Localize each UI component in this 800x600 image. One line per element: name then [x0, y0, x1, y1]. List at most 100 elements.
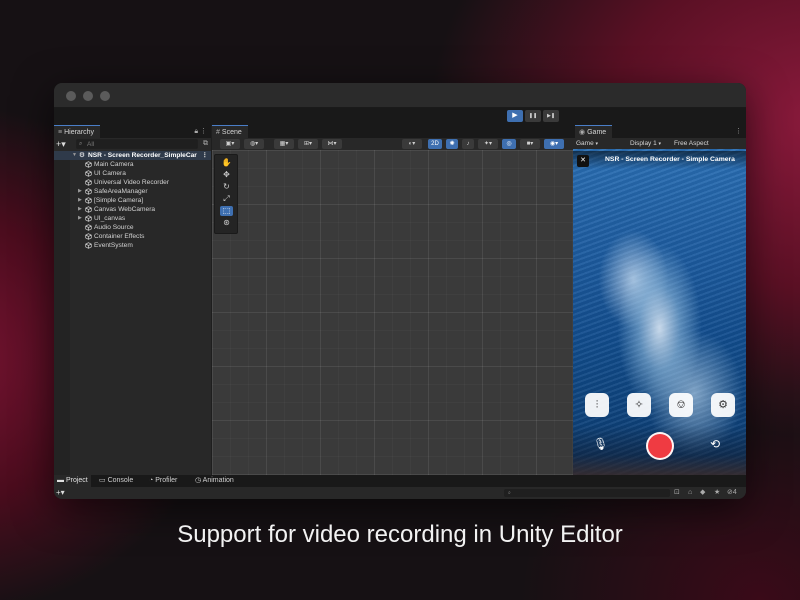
aspect-select[interactable]: Free Aspect — [674, 138, 709, 149]
snap-increment-dropdown[interactable]: ⊞▾ — [298, 139, 318, 149]
pause-button[interactable]: ❚❚ — [525, 110, 541, 122]
transform-tool[interactable]: ⊛ — [220, 218, 233, 228]
align-dropdown[interactable]: ⋈▾ — [322, 139, 342, 149]
tab-game[interactable]: ◉ Game — [575, 125, 613, 138]
scene-panel: # Scene ▣▾ ◍▾ ▦▾ ⊞▾ ⋈▾ ◐▾ 2D ✺ ♪ ✦▾ ◎ ■▾ … — [212, 125, 573, 475]
project-search-input[interactable]: ⌕ — [504, 489, 670, 497]
game-tab-tools: ⋮ — [735, 125, 742, 138]
record-button[interactable] — [646, 432, 674, 460]
pause-icon: ❚❚ — [528, 113, 538, 119]
effects-dropdown[interactable]: ✦▾ — [478, 139, 498, 149]
expand-arrow-icon[interactable]: ▼ — [72, 151, 77, 160]
tree-item[interactable]: EventSystem — [54, 241, 211, 250]
audio-waveform-button[interactable]: ⫶ — [585, 393, 609, 417]
hidden-packages-icon[interactable]: ⊘4 — [727, 487, 737, 499]
play-icon: ▶ — [512, 112, 518, 119]
tree-item-label: Audio Source — [94, 224, 134, 231]
move-tool[interactable]: ✥ — [220, 170, 233, 180]
gizmos-dropdown[interactable]: ◉▾ — [544, 139, 564, 149]
filters-button[interactable]: ⎊ — [669, 393, 693, 417]
minimize-window-button[interactable] — [83, 91, 93, 101]
scene-visibility-icon[interactable]: ⧉ — [203, 138, 208, 150]
expand-arrow-icon[interactable]: ▶ — [78, 187, 82, 196]
tab-scene[interactable]: # Scene — [212, 125, 248, 138]
tree-item-label: SafeAreaManager — [94, 188, 148, 195]
tree-item[interactable]: ▶ [Simple Camera] — [54, 196, 211, 205]
tree-item[interactable]: Container Effects — [54, 232, 211, 241]
tab-console[interactable]: ▭ Console — [96, 475, 136, 487]
shading-dropdown[interactable]: ◐▾ — [402, 139, 422, 149]
scene-visibility-toggle[interactable]: ◎ — [502, 139, 516, 149]
tab-project[interactable]: ▬ Project — [54, 475, 91, 487]
filters-icon: ⎊ — [676, 399, 686, 411]
tree-item[interactable]: UI Camera — [54, 169, 211, 178]
search-by-type-icon[interactable]: ⊡ — [674, 487, 680, 499]
gamepad-icon: ◉ — [579, 129, 586, 136]
game-more-icon[interactable]: ⋮ — [735, 128, 742, 135]
hierarchy-tree: ▼ ⚙ NSR - Screen Recorder_SimpleCar ⋮ Ma… — [54, 151, 211, 250]
folder-icon: ▬ — [57, 477, 64, 484]
tree-item-label: EventSystem — [94, 242, 133, 249]
tree-item[interactable]: Main Camera — [54, 160, 211, 169]
tab-animation-label: Animation — [202, 477, 234, 484]
audio-toggle[interactable]: ♪ — [462, 139, 474, 149]
expand-arrow-icon[interactable]: ▶ — [78, 205, 82, 214]
tree-item[interactable]: ▶ Canvas WebCamera — [54, 205, 211, 214]
create-asset-button[interactable]: +▾ — [56, 487, 65, 499]
favorite-star-icon[interactable]: ★ — [714, 487, 720, 499]
expand-arrow-icon[interactable]: ▶ — [78, 214, 82, 223]
root-more-icon[interactable]: ⋮ — [201, 151, 208, 160]
scale-tool[interactable]: ⤢ — [220, 194, 233, 204]
tree-item[interactable]: Audio Source — [54, 223, 211, 232]
search-by-label-icon[interactable]: ⌂ — [688, 487, 692, 499]
draw-mode-dropdown[interactable]: ▣▾ — [220, 139, 240, 149]
bottom-tabbar: ▬ Project ▭ Console ◔ Profiler ◷ Animati… — [54, 475, 746, 487]
tree-item[interactable]: Universal Video Recorder — [54, 178, 211, 187]
lighting-toggle[interactable]: ✺ — [446, 139, 458, 149]
tab-animation[interactable]: ◷ Animation — [192, 475, 237, 487]
tab-scene-label: Scene — [221, 129, 242, 136]
search-icon: ⌕ — [508, 490, 511, 496]
grid-snap-dropdown[interactable]: ▦▾ — [274, 139, 294, 149]
hierarchy-search-input[interactable]: ⌕ All — [76, 139, 198, 149]
camera-icon: ■▾ — [526, 141, 534, 147]
close-window-button[interactable] — [66, 91, 76, 101]
lock-icon[interactable]: 🔒︎ — [194, 128, 198, 135]
scene-viewport[interactable] — [212, 150, 573, 475]
snap-icon: ⊞▾ — [303, 141, 313, 147]
tab-hierarchy[interactable]: ≡ Hierarchy — [54, 125, 101, 138]
tag-icon[interactable]: ◆ — [700, 487, 705, 499]
play-button[interactable]: ▶ — [507, 110, 523, 122]
expand-arrow-icon[interactable]: ▶ — [78, 196, 82, 205]
grid-snap-icon: ▦▾ — [279, 141, 289, 147]
more-menu-icon[interactable]: ⋮ — [200, 128, 207, 135]
scene-tools-overlay: ✋ ✥ ↻ ⤢ ⬚ ⊛ — [214, 154, 238, 234]
tab-profiler[interactable]: ◔ Profiler — [146, 475, 180, 487]
tab-profiler-label: Profiler — [155, 477, 178, 484]
microphone-muted-icon[interactable]: 🎙︎ — [593, 437, 608, 451]
rotate-tool[interactable]: ↻ — [220, 182, 233, 192]
tree-item[interactable]: ▶ UI_canvas — [54, 214, 211, 223]
chevron-down-icon: ▾ — [595, 141, 599, 147]
scale-icon: ⤢ — [223, 194, 230, 203]
switch-camera-icon[interactable]: ⟲ — [710, 437, 720, 451]
hand-tool[interactable]: ✋ — [220, 158, 233, 168]
step-button[interactable]: ▶❚ — [543, 110, 559, 122]
game-view-screen[interactable]: ✕ NSR - Screen Recorder - Simple Camera … — [573, 149, 746, 475]
add-object-button[interactable]: +▾ — [56, 138, 66, 150]
game-tabbar: ◉ Game ⋮ — [573, 125, 746, 138]
gizmo-dropdown[interactable]: ◍▾ — [244, 139, 264, 149]
settings-button[interactable]: ⚙ — [711, 393, 735, 417]
zoom-window-button[interactable] — [100, 91, 110, 101]
audio-icon: ♪ — [466, 141, 470, 147]
tree-root-item[interactable]: ▼ ⚙ NSR - Screen Recorder_SimpleCar ⋮ — [54, 151, 211, 160]
profiler-icon: ◔ — [149, 477, 154, 484]
tree-item[interactable]: ▶ SafeAreaManager — [54, 187, 211, 196]
rect-tool[interactable]: ⬚ — [220, 206, 233, 216]
hand-icon: ✋ — [221, 158, 232, 167]
app-title: NSR - Screen Recorder - Simple Camera — [605, 156, 735, 163]
mode-2d-toggle[interactable]: 2D — [428, 139, 442, 149]
effects-button[interactable]: ✧ — [627, 393, 651, 417]
camera-dropdown[interactable]: ■▾ — [520, 139, 540, 149]
eye-slash-icon: ◎ — [506, 141, 512, 147]
